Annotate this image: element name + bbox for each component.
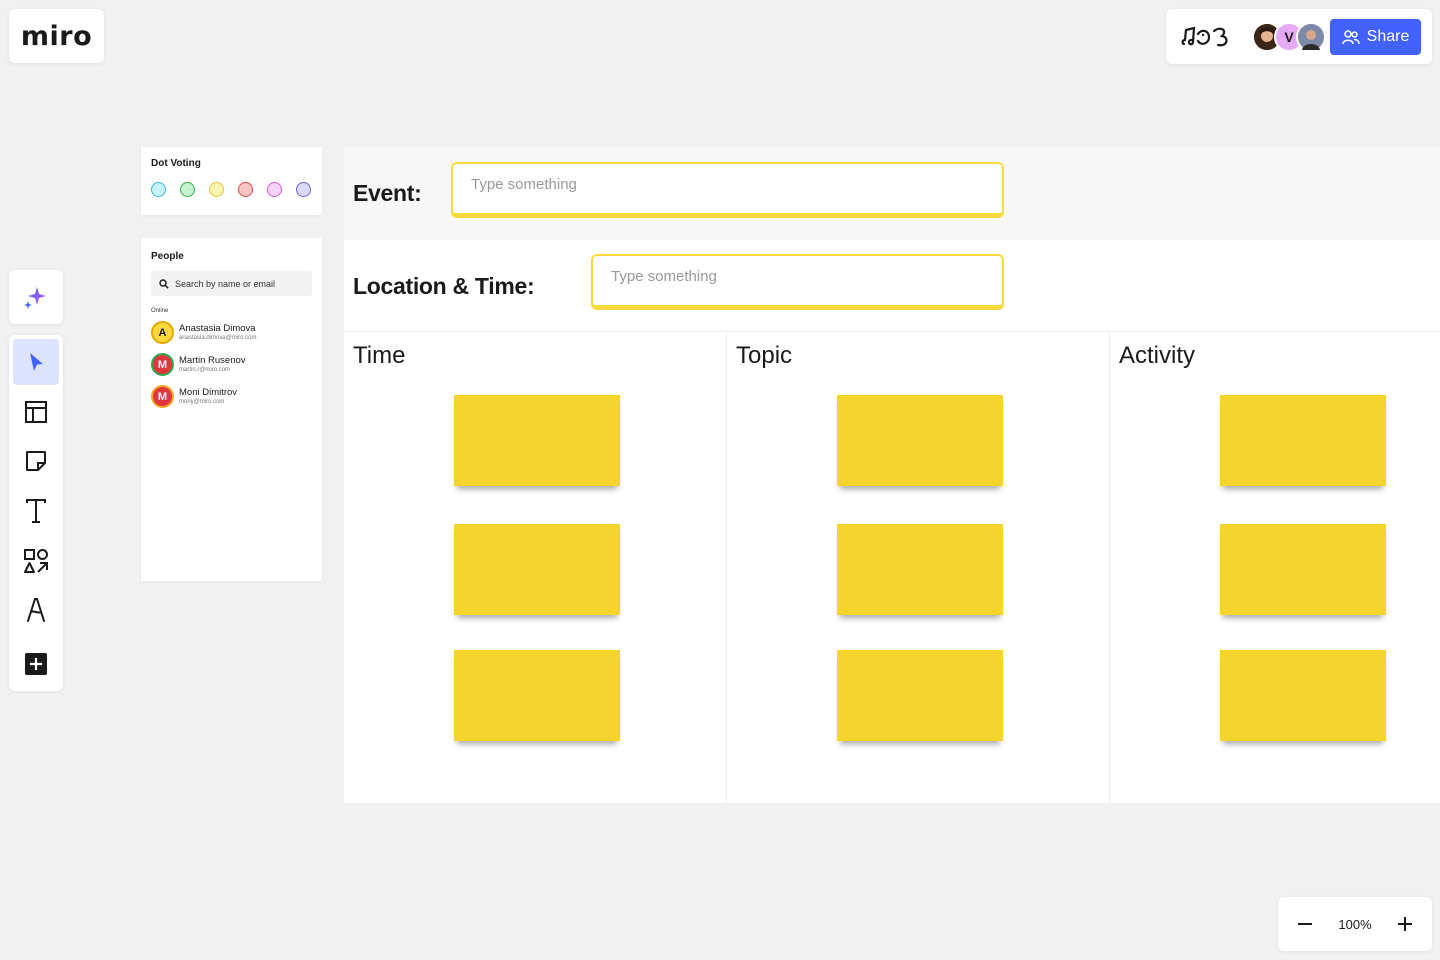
people-title: People	[151, 251, 184, 262]
select-cursor-icon	[30, 352, 43, 371]
person-email: martin.r@miro.com	[179, 367, 231, 373]
text-tool[interactable]	[13, 488, 59, 534]
vote-dot[interactable]	[296, 182, 311, 197]
column-activity: Activity	[1110, 332, 1440, 803]
more-plus-icon	[25, 653, 47, 676]
location-row: Location & Time: Type something	[344, 240, 1440, 332]
person-name: Moni Dimitrov	[179, 387, 238, 398]
column-title: Activity	[1119, 342, 1196, 369]
dot-voting-panel: Dot Voting	[141, 147, 322, 215]
event-label: Event:	[353, 180, 422, 206]
avatar: M	[151, 353, 174, 376]
sticky-note[interactable]	[837, 524, 1003, 615]
location-placeholder: Type something	[611, 268, 717, 285]
more-tools-button[interactable]	[13, 641, 59, 687]
sticky-note-icon	[26, 451, 46, 472]
sticky-note[interactable]	[1220, 395, 1386, 486]
dot-voting-title: Dot Voting	[151, 158, 201, 169]
vote-dot[interactable]	[209, 182, 224, 197]
avatar: A	[151, 321, 174, 344]
pen-tool[interactable]	[13, 588, 59, 634]
vote-dot[interactable]	[180, 182, 195, 197]
column-time: Time	[344, 332, 727, 803]
column-title: Topic	[736, 342, 793, 369]
column-title: Time	[353, 342, 406, 369]
sticky-note[interactable]	[454, 395, 620, 486]
ai-sparkle-icon	[24, 287, 46, 309]
sticky-note[interactable]	[837, 395, 1003, 486]
shapes-tool[interactable]	[13, 538, 59, 584]
person-email: mony@miro.com	[179, 399, 225, 405]
event-input[interactable]: Type something	[451, 162, 1004, 218]
select-tool[interactable]	[13, 339, 59, 385]
person-item[interactable]: M Martin Rusenov martin.r@miro.com	[151, 351, 312, 378]
person-name: Anastasia Dimova	[179, 323, 256, 334]
ai-assist-button[interactable]	[9, 270, 63, 324]
share-button[interactable]: Share	[1330, 18, 1421, 55]
minus-icon	[1298, 923, 1312, 925]
miro-logo: miro	[20, 20, 93, 52]
online-label: Online	[151, 308, 169, 314]
people-icon	[1341, 29, 1360, 44]
search-placeholder: Search by name or email	[175, 278, 276, 289]
templates-tool[interactable]	[13, 389, 59, 435]
sticky-note[interactable]	[1220, 650, 1386, 741]
sticky-note[interactable]	[454, 650, 620, 741]
sticky-note-tool[interactable]	[13, 438, 59, 484]
location-input[interactable]: Type something	[591, 254, 1004, 310]
location-label: Location & Time:	[353, 273, 535, 299]
person-item[interactable]: M Moni Dimitrov mony@miro.com	[151, 383, 312, 410]
avatar[interactable]	[1296, 21, 1326, 52]
collaborator-avatars[interactable]: V	[1252, 21, 1326, 52]
shapes-icon	[24, 548, 48, 573]
text-icon	[26, 499, 46, 524]
templates-icon	[25, 400, 47, 423]
vote-dot[interactable]	[267, 182, 282, 197]
vote-dot[interactable]	[151, 182, 166, 197]
event-row: Event: Type something	[344, 147, 1440, 240]
agenda-board: Event: Type something Location & Time: T…	[344, 147, 1440, 803]
pen-icon	[27, 598, 45, 623]
zoom-out-button[interactable]	[1294, 913, 1316, 935]
people-panel: People Search by name or email Online A …	[141, 238, 322, 581]
sticky-note[interactable]	[454, 524, 620, 615]
person-item[interactable]: A Anastasia Dimova anastasia.dimova@miro…	[151, 319, 312, 346]
sticky-note[interactable]	[837, 650, 1003, 741]
logo-box[interactable]: miro	[9, 9, 104, 63]
column-topic: Topic	[727, 332, 1110, 803]
avatar: M	[151, 385, 174, 408]
person-email: anastasia.dimova@miro.com	[179, 335, 257, 341]
left-toolbar	[9, 335, 63, 691]
vote-dot[interactable]	[238, 182, 253, 197]
person-name: Martin Rusenov	[179, 355, 246, 366]
event-placeholder: Type something	[471, 176, 577, 193]
zoom-in-button[interactable]	[1394, 913, 1416, 935]
plus-icon	[1398, 917, 1412, 931]
search-icon	[159, 278, 169, 289]
reactions-icon[interactable]	[1180, 22, 1234, 52]
collaboration-bar: V Share	[1166, 9, 1432, 64]
sticky-note[interactable]	[1220, 524, 1386, 615]
zoom-level[interactable]: 100%	[1338, 917, 1371, 932]
zoom-control: 100%	[1278, 897, 1432, 951]
people-search-input[interactable]: Search by name or email	[151, 271, 312, 296]
voting-dots	[151, 182, 312, 197]
